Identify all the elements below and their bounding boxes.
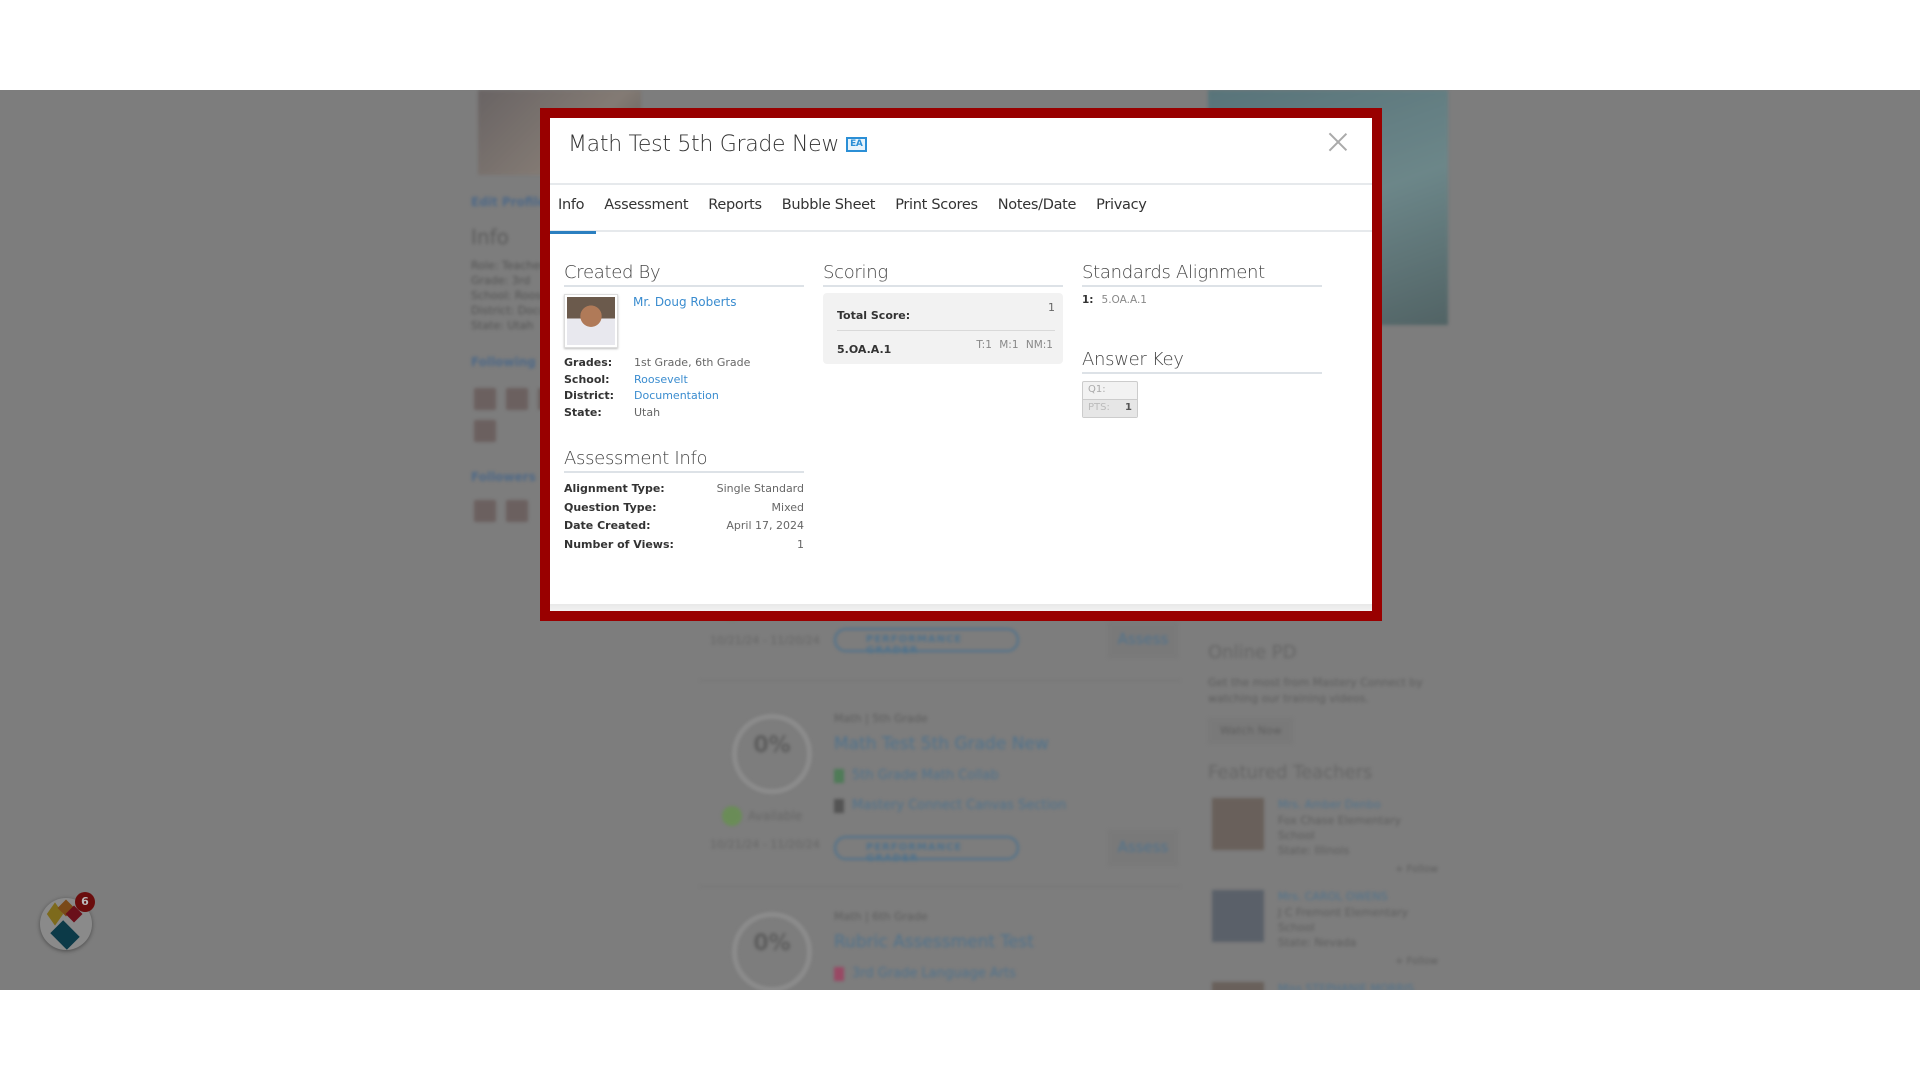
watch-now-button: Watch Now	[1208, 718, 1293, 744]
highlight-box	[540, 108, 1382, 621]
followers-heading: Followers	[471, 470, 536, 484]
edit-profile-link: Edit Profile	[471, 195, 546, 209]
date-range: 10/21/24 - 11/20/24	[710, 634, 820, 647]
featured-teacher: Mrs. CAROL OWENS J C Fremont Elementary …	[1212, 890, 1442, 970]
assess-button: Assess	[1108, 622, 1178, 658]
featured-teacher: Miss STEPHANIE MORRIS	[1212, 982, 1442, 990]
followers-avatars	[474, 500, 528, 522]
featured-teachers-heading: Featured Teachers	[1208, 762, 1373, 783]
notification-badge: 6	[75, 892, 95, 912]
online-pd-heading: Online PD	[1208, 642, 1297, 663]
profile-info-heading: Info	[471, 225, 509, 249]
featured-teacher: Mrs. Amber Denbo Fox Chase Elementary Sc…	[1212, 798, 1442, 878]
app-launcher-button[interactable]: 6	[40, 892, 95, 950]
online-pd-text: Get the most from Mastery Connect by wat…	[1208, 676, 1423, 705]
following-heading: Following	[471, 355, 536, 369]
performance-grader-button: PERFORMANCE GRADER	[834, 628, 1019, 656]
